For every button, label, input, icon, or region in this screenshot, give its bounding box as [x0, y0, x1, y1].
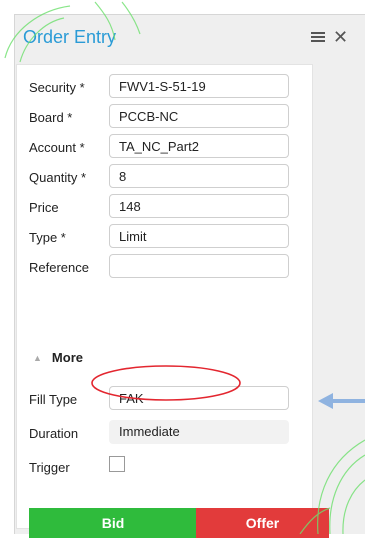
reference-row: Reference — [17, 254, 312, 280]
caret-up-icon: ▲ — [33, 353, 42, 363]
duration-label: Duration — [29, 426, 79, 441]
trigger-row: Trigger — [17, 454, 312, 480]
price-row: Price — [17, 194, 312, 220]
price-input[interactable] — [109, 194, 289, 218]
account-row: Account * — [17, 134, 312, 160]
trigger-label: Trigger — [29, 460, 70, 475]
quantity-input[interactable] — [109, 164, 289, 188]
security-label: Security * — [29, 80, 85, 95]
board-row: Board * — [17, 104, 312, 130]
order-entry-window: Order Entry ✕ Security * Board * Account… — [14, 14, 365, 538]
account-input[interactable] — [109, 134, 289, 158]
close-icon[interactable]: ✕ — [333, 28, 348, 46]
security-input[interactable] — [109, 74, 289, 98]
quantity-label: Quantity * — [29, 170, 87, 185]
menu-icon[interactable] — [311, 32, 325, 42]
price-label: Price — [29, 200, 59, 215]
fill-type-label: Fill Type — [29, 392, 78, 407]
title-bar: Order Entry ✕ — [15, 15, 365, 59]
fill-type-input[interactable] — [109, 386, 289, 410]
board-input[interactable] — [109, 104, 289, 128]
account-label: Account * — [29, 140, 85, 155]
reference-label: Reference — [29, 260, 89, 275]
type-input[interactable] — [109, 224, 289, 248]
duration-row: Duration Immediate — [17, 420, 312, 446]
reference-input[interactable] — [109, 254, 289, 278]
board-label: Board * — [29, 110, 73, 125]
more-label: More — [51, 350, 83, 365]
type-row: Type * — [17, 224, 312, 250]
duration-value: Immediate — [109, 420, 289, 444]
security-row: Security * — [17, 74, 312, 100]
fill-type-row: Fill Type — [17, 386, 312, 412]
window-title: Order Entry — [23, 27, 117, 47]
trigger-checkbox[interactable] — [109, 456, 125, 472]
quantity-row: Quantity * — [17, 164, 312, 190]
type-label: Type * — [29, 230, 66, 245]
order-form: Security * Board * Account * Quantity * … — [16, 64, 329, 538]
more-toggle[interactable]: ▲ More — [29, 350, 83, 365]
